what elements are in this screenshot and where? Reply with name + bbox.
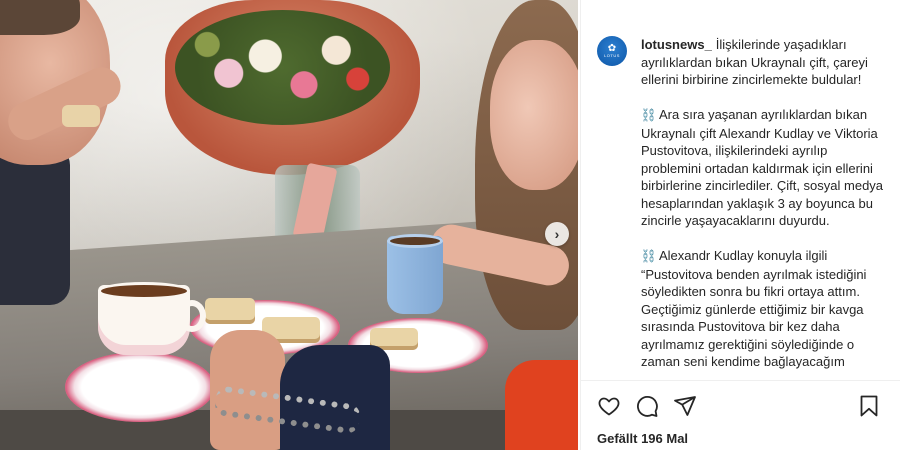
username-link[interactable]: lotusnews_ bbox=[641, 37, 712, 52]
owl-cup-tea bbox=[98, 282, 190, 300]
caption-text: lotusnews_ İlişkilerinde yaşadıkları ayrı… bbox=[641, 36, 889, 380]
man-hair bbox=[0, 0, 80, 35]
caption-paragraph-text: Ara sıra yaşanan ayrılıklardan bıkan Ukr… bbox=[641, 107, 884, 228]
caption-paragraph: lotusnews_ İlişkilerinde yaşadıkları ayrı… bbox=[641, 36, 889, 89]
blue-mug-tea bbox=[387, 234, 443, 248]
next-image-button[interactable]: › bbox=[545, 222, 569, 246]
avatar[interactable]: ✿ LOTUS bbox=[597, 36, 627, 66]
caption-paragraph-text: Alexandr Kudlay konuyla ilgili “Pustovit… bbox=[641, 248, 867, 369]
heart-icon[interactable] bbox=[597, 394, 621, 418]
chain-emoji-icon: ⛓️ bbox=[641, 249, 656, 263]
owl-cup-handle bbox=[178, 300, 206, 332]
woman-face bbox=[490, 40, 578, 190]
likes-count[interactable]: Gefällt 196 Mal bbox=[597, 431, 885, 446]
bookmark-icon[interactable] bbox=[857, 394, 881, 418]
avatar-logo-text: LOTUS bbox=[604, 53, 620, 58]
caption-row: ✿ LOTUS lotusnews_ İlişkilerinde yaşadıkl… bbox=[597, 36, 891, 380]
paper-plane-icon[interactable] bbox=[673, 394, 697, 418]
woman-red-top bbox=[505, 360, 578, 450]
comment-bubble-icon[interactable] bbox=[635, 394, 659, 418]
lotus-logo-icon: ✿ bbox=[607, 43, 617, 54]
caption-area[interactable]: ✿ LOTUS lotusnews_ İlişkilerinde yaşadıkl… bbox=[581, 0, 900, 380]
toast-in-hand bbox=[62, 105, 100, 127]
chain-emoji-icon: ⛓️ bbox=[641, 108, 656, 122]
post-photo[interactable]: › bbox=[0, 0, 578, 450]
toast bbox=[205, 298, 255, 324]
post-side-panel: ✿ LOTUS lotusnews_ İlişkilerinde yaşadıkl… bbox=[580, 0, 900, 450]
post-actions: Gefällt 196 Mal bbox=[581, 380, 900, 450]
caption-paragraph: ⛓️ Alexandr Kudlay konuyla ilgili “Pustov… bbox=[641, 247, 889, 371]
caption-paragraph: ⛓️ Ara sıra yaşanan ayrılıklardan bıkan U… bbox=[641, 106, 889, 230]
man-shirt bbox=[0, 145, 70, 305]
action-row bbox=[597, 393, 885, 419]
plate bbox=[65, 352, 215, 422]
flower-bouquet bbox=[175, 10, 390, 125]
